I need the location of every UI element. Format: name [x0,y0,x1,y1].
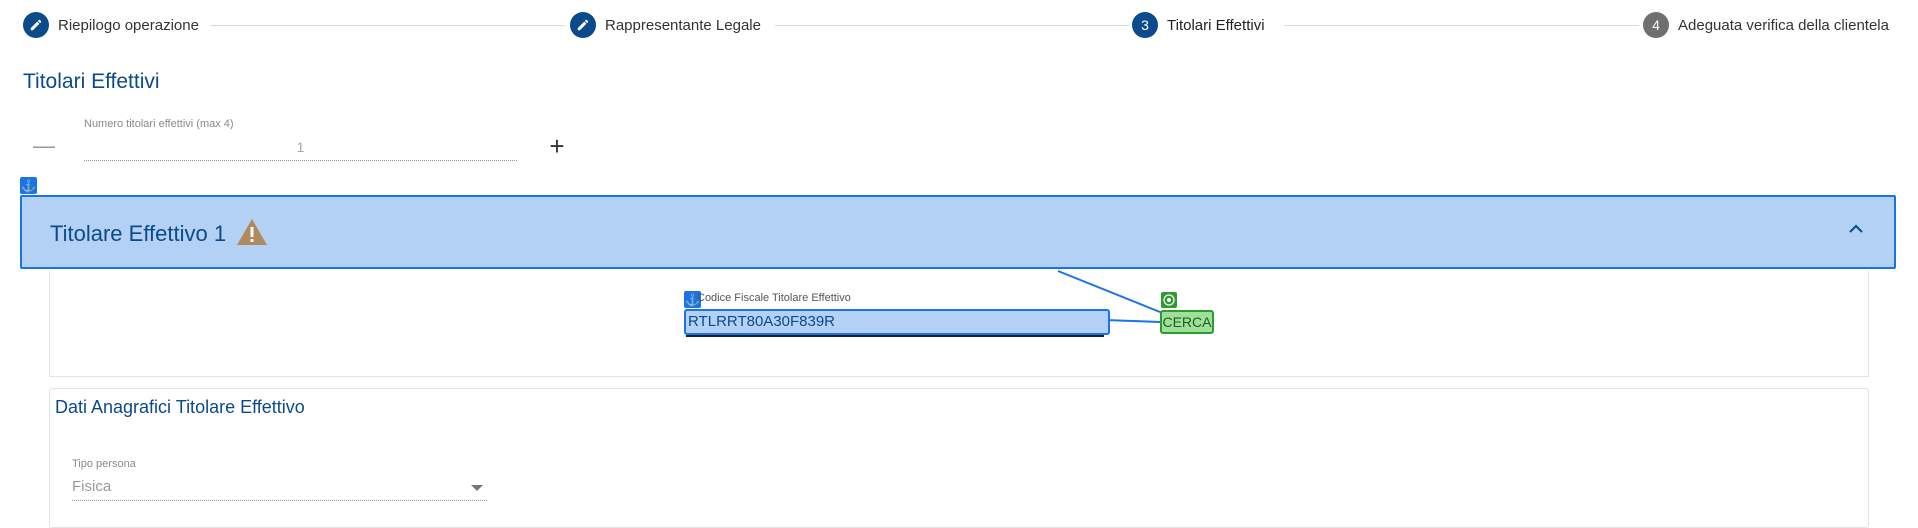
step-number: 3 [1132,12,1158,38]
tipo-persona-select[interactable]: Fisica [72,476,487,501]
counter-label: Numero titolari effettivi (max 4) [84,118,234,130]
stepper: Riepilogo operazione Rappresentante Lega… [0,0,1918,50]
step-connector [210,25,565,26]
step-titolari-effettivi[interactable]: 3 Titolari Effettivi [1132,12,1265,38]
section-title: Titolari Effettivi [23,70,160,93]
step-number: 4 [1643,12,1669,38]
target-icon [1161,292,1177,308]
step-label: Rappresentante Legale [605,16,761,34]
caret-down-icon [471,485,483,491]
tipo-persona-label: Tipo persona [72,458,136,470]
step-riepilogo[interactable]: Riepilogo operazione [23,12,199,38]
step-label: Riepilogo operazione [58,16,199,34]
step-rappresentante-legale[interactable]: Rappresentante Legale [570,12,761,38]
dati-anagrafici-card [49,388,1869,528]
step-connector [1284,25,1639,26]
pencil-icon [570,12,596,38]
pencil-icon [23,12,49,38]
anchor-icon: ⚓ [20,177,37,194]
dati-anagrafici-title: Dati Anagrafici Titolare Effettivo [55,397,305,417]
decrement-button[interactable]: — [33,133,55,158]
step-adeguata-verifica[interactable]: 4 Adeguata verifica della clientela [1643,12,1889,38]
codice-fiscale-input[interactable]: RTLRRT80A30F839R [684,309,1110,335]
tipo-persona-value: Fisica [72,478,112,495]
accordion-title: Titolare Effettivo 1 [50,221,227,246]
accordion-header-titolare-1[interactable]: Titolare Effettivo 1 [20,195,1896,269]
codice-fiscale-label: Codice Fiscale Titolare Effettivo [697,292,851,304]
input-underline [686,335,1104,337]
step-label: Titolari Effettivi [1167,16,1265,34]
step-connector [775,25,1130,26]
cerca-button[interactable]: CERCA [1160,310,1214,334]
chevron-up-icon[interactable] [1846,219,1866,239]
warning-icon [237,219,267,245]
step-label: Adeguata verifica della clientela [1678,16,1889,34]
titolari-count-field[interactable]: 1 [84,136,517,161]
increment-button[interactable]: + [546,131,568,161]
